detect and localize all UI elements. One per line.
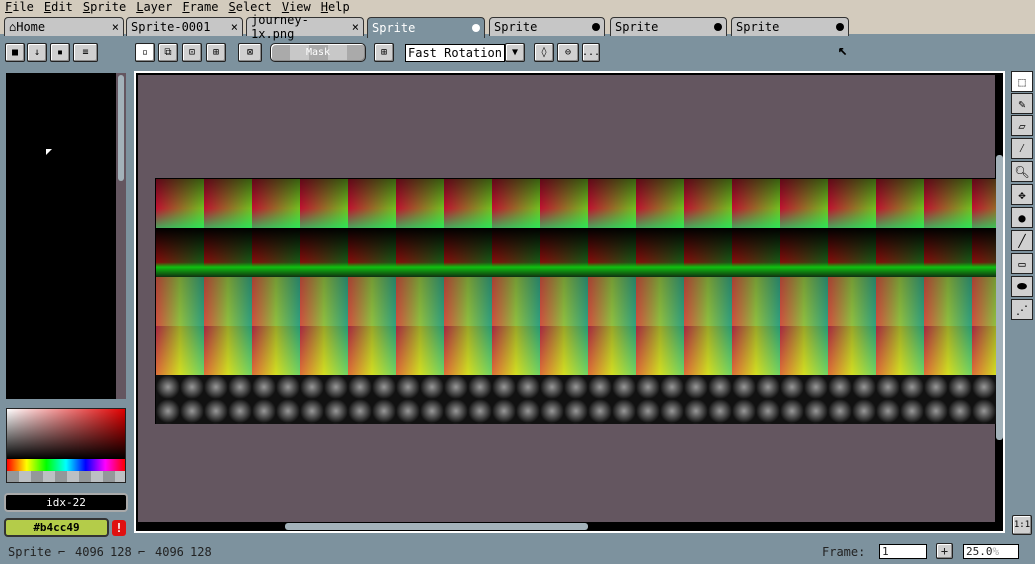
tab-sprite-active[interactable]: Sprite (367, 17, 485, 38)
menu-sprite[interactable]: Sprite (78, 0, 126, 15)
sprite-row (156, 228, 996, 277)
eyedropper-icon[interactable]: ⁄ (1011, 138, 1033, 159)
frame-input[interactable]: 1 (879, 544, 927, 559)
menu-lines-icon[interactable]: ≡ (73, 43, 98, 62)
sprite-label: Sprite (8, 545, 52, 559)
rotation-algorithm-select[interactable]: Fast Rotation (405, 44, 505, 62)
paint-bucket-icon[interactable]: ● (1011, 207, 1033, 228)
menu-frame[interactable]: Frame (177, 0, 218, 15)
tab-label: Sprite-0001 (131, 20, 211, 34)
tab-label: Sprite (736, 20, 780, 34)
canvas[interactable] (138, 75, 997, 522)
eraser-icon[interactable]: ▱ (1011, 115, 1033, 136)
selection-subtract-icon[interactable]: ⊡ (182, 43, 202, 62)
modified-dot-icon[interactable] (592, 23, 600, 31)
page-icon[interactable]: ▪ (50, 43, 70, 62)
sprite-image (155, 178, 997, 424)
status-bar: Sprite ⌐ 4096 128 ⌐ 4096 128 Frame: 1 + … (0, 540, 1035, 564)
move-icon[interactable]: ✥ (1011, 184, 1033, 205)
vertical-scrollbar[interactable] (996, 155, 1003, 440)
palette-scroll-thumb[interactable] (118, 75, 124, 181)
close-icon[interactable]: × (231, 20, 238, 34)
zoom-unit: % (992, 545, 1000, 558)
cursor-arrow-icon: ↖ (838, 40, 848, 59)
tab-sprite[interactable]: Sprite (610, 17, 727, 36)
modified-dot-icon[interactable] (836, 23, 844, 31)
color-index-label[interactable]: idx-22 (4, 493, 128, 512)
lock-icon[interactable]: ■ (5, 43, 25, 62)
transparent-mask-icon[interactable]: ⊞ (374, 43, 394, 62)
horizontal-scrollbar[interactable] (285, 523, 588, 530)
tab-label: Sprite (494, 20, 538, 34)
tab-home[interactable]: ⌂Home × (4, 17, 124, 36)
mask-color-button[interactable]: Mask (270, 43, 366, 62)
selection-intersect-icon[interactable]: ⊞ (206, 43, 226, 62)
hue-slider[interactable] (7, 459, 125, 471)
pencil-icon[interactable]: ✎ (1011, 93, 1033, 114)
tab-label: Home (16, 20, 46, 34)
canvas-height: 128 (190, 545, 212, 559)
pixel-perfect-icon[interactable]: ⊠ (238, 43, 262, 62)
menu-bar: File Edit Sprite Layer Frame Select View… (0, 0, 1035, 15)
warning-icon[interactable]: ! (112, 520, 126, 536)
tab-label: Sprite (615, 20, 659, 34)
rectangular-marquee-icon[interactable]: ⬚ (1011, 71, 1033, 92)
rectangle-icon[interactable]: ▭ (1011, 253, 1033, 274)
more-options-button[interactable]: ... (582, 43, 600, 62)
tab-journey[interactable]: journey-1x.png × (246, 13, 364, 41)
canvas-width: 4096 (155, 545, 184, 559)
sprite-row (156, 375, 996, 424)
saturation-value-area[interactable] (7, 409, 125, 459)
transform-icon[interactable]: ⊖ (557, 43, 579, 62)
palette-marker-icon (46, 149, 52, 155)
tab-sprite[interactable]: Sprite (731, 17, 849, 36)
menu-file[interactable]: File (0, 0, 34, 15)
tab-sprite[interactable]: Sprite (489, 17, 605, 36)
palette-view[interactable] (6, 73, 116, 399)
tab-label: journey-1x.png (251, 13, 309, 41)
tab-sprite-0001[interactable]: Sprite-0001 × (126, 17, 243, 36)
selection-replace-icon[interactable]: ▫ (135, 43, 155, 62)
add-frame-button[interactable]: + (936, 543, 953, 559)
menu-edit[interactable]: Edit (39, 0, 73, 15)
close-icon[interactable]: × (112, 20, 119, 34)
sprite-row (156, 277, 996, 326)
pivot-icon[interactable]: ◊ (534, 43, 554, 62)
modified-dot-icon[interactable] (472, 24, 480, 32)
blob-icon[interactable]: ⬬ (1011, 276, 1033, 297)
sprite-row (156, 326, 996, 375)
zoom-one-to-one-button[interactable]: 1:1 (1012, 515, 1032, 535)
menu-layer[interactable]: Layer (131, 0, 172, 15)
frame-label: Frame: (822, 545, 866, 559)
close-icon[interactable]: × (352, 20, 359, 34)
line-icon[interactable]: ╱ (1011, 230, 1033, 251)
size-icon: ⌐ (58, 545, 66, 559)
sprite-row (156, 179, 996, 228)
chevron-down-icon[interactable]: ▼ (505, 43, 525, 62)
color-picker[interactable] (6, 408, 126, 483)
zoom-input[interactable]: 25.0% (963, 544, 1019, 559)
sprite-width: 4096 (75, 545, 104, 559)
modified-dot-icon[interactable] (714, 23, 722, 31)
canvas-size-icon: ⌐ (138, 545, 146, 559)
foreground-color-button[interactable]: #b4cc49 (4, 518, 109, 537)
tab-bar: ⌂Home × Sprite-0001 × journey-1x.png × Spri… (0, 13, 1035, 41)
arrow-down-icon[interactable]: ↓ (27, 43, 47, 62)
zoom-icon[interactable]: 🔍︎ (1011, 161, 1033, 182)
selection-add-icon[interactable]: ⧉ (158, 43, 178, 62)
zoom-value: 25.0 (966, 545, 993, 558)
spray-icon[interactable]: ⋰ (1011, 299, 1033, 320)
tab-label: Sprite (372, 21, 416, 35)
editor-frame (134, 71, 1005, 533)
sprite-height: 128 (110, 545, 132, 559)
alpha-slider[interactable] (7, 471, 125, 482)
